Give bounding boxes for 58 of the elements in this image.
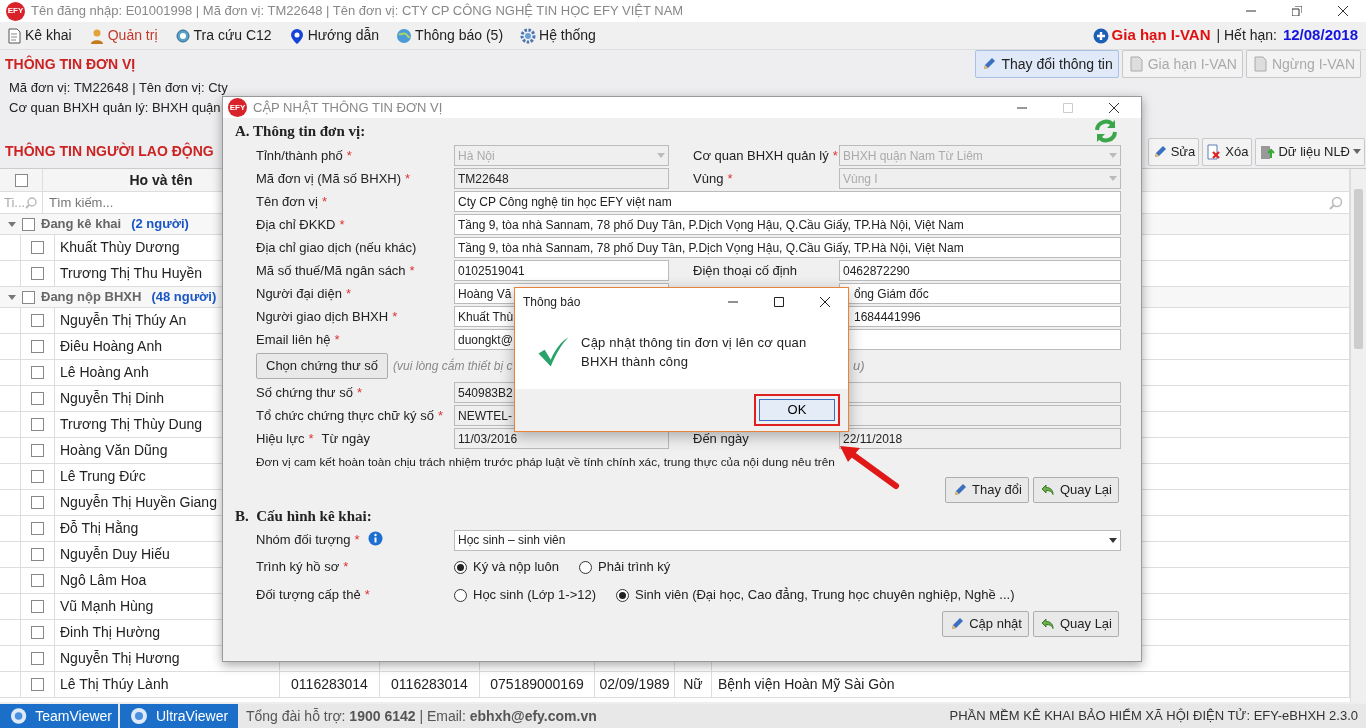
table-cell: 075189000169 [480,672,595,697]
required-mark: * [437,407,443,423]
required-mark: * [354,532,360,548]
filter-text: Ti... [4,193,26,212]
window-title: Tên đăng nhập: E01001998 | Mã đơn vị: TM22648 | Tên đơn vị: CTY CP CÔNG NGHỆ TIN HỌC EFY VIỆT NAM [31,2,684,21]
dialog-title: CẬP NHẬT THÔNG TIN ĐƠN VỊ [253,98,443,117]
version-text: PHẦN MỀM KÊ KHAI BẢO HIỂM XÃ HỘI ĐIỆN TỬ: EFY-eBHXH 2.3.0 [949,707,1359,726]
app-logo: EFY [6,1,25,21]
field-label: Tỉnh/thành phố [256,147,343,163]
table-cell: 02/09/1989 [595,672,675,697]
required-mark: * [339,216,345,232]
field-label: Người đại diện [256,285,342,301]
expiry-date: 12/08/2018 [1282,25,1358,46]
required-mark: * [343,559,349,575]
required-mark: * [334,331,340,347]
field-label: Địa chỉ ĐKKD [256,216,336,232]
required-mark: * [409,262,415,278]
field-label: Mã đơn vị (Mã số BHXH) [256,170,402,186]
group-title: Đang nộp BHXH [41,288,142,307]
option-label: Sinh viên (Đại học, Cao đẳng, Trung học chuyên nghiệp, Nghề ...) [635,586,1015,605]
required-mark: * [345,285,351,301]
group-title: Đang kê khai [41,215,122,234]
required-mark: * [392,308,398,324]
hint-text: u) [852,357,865,376]
group-count: (48 người) [151,288,217,307]
field-label: Cơ quan BHXH quản lý [693,147,829,163]
required-mark: * [832,147,838,163]
info-text: Mã đơn vị: TM22648 | Tên đơn vị: Cty [8,79,228,97]
table-cell: Nữ [675,672,712,697]
support-text: Tổng đài hỗ trợ: 1900 6142 | Email: ebhxh@efy.com.vn [246,706,597,726]
field-label: Vùng [693,170,724,186]
option-label: Phải trình ký [598,558,671,577]
table-cell: Lê Thị Thúy Lành [55,672,280,697]
app-logo: EFY [228,98,247,117]
field-label: Từ ngày [321,430,370,446]
expiry-label: | Hết hạn: [1216,26,1277,45]
required-mark: * [364,587,370,603]
section-title: THÔNG TIN NGƯỜI LAO ĐỘNG [5,141,214,161]
field-label: Điện thoại cố định [693,262,798,278]
section-title: THÔNG TIN ĐƠN VỊ [5,54,136,74]
table-cell: 0116283014 [280,672,380,697]
section-heading: A. Thông tin đơn vị: [235,121,366,141]
required-mark: * [308,430,314,446]
required-mark: * [322,193,328,209]
dialog-title: Thông báo [523,294,581,311]
group-count: (2 người) [131,215,189,234]
required-mark: * [356,384,362,400]
table-cell: 0116283014 [380,672,480,697]
required-mark: * [346,147,352,163]
required-mark: * [405,170,411,186]
hint-text: (vui lòng cắm thiết bị c [393,357,513,375]
message-text: Cập nhật thông tin đơn vị lên cơ quan BHXH thành công [581,333,808,371]
field-label: Đến ngày [693,430,749,446]
info-text: Cơ quan BHXH quản lý: BHXH quận [8,99,221,117]
option-label: Học sinh (Lớp 1->12) [473,586,597,605]
column-header: Ho và tên [129,170,193,190]
option-label: Ký và nộp luôn [473,558,559,577]
required-mark: * [727,170,733,186]
